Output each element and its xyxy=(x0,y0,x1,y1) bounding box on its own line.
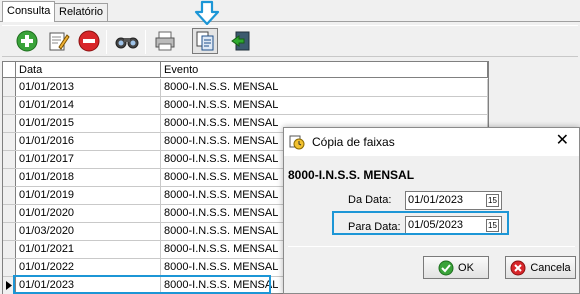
copy-bands-dialog: Cópia de faixas ✕ 8000-I.N.S.S. MENSAL D… xyxy=(283,127,580,294)
exit-icon xyxy=(231,31,250,51)
row-indicator xyxy=(3,223,16,240)
row-indicator xyxy=(3,115,16,132)
close-icon[interactable]: ✕ xyxy=(556,133,569,149)
dialog-titlebar: Cópia de faixas ✕ xyxy=(284,128,579,156)
dialog-separator xyxy=(288,246,575,247)
row-indicator xyxy=(3,241,16,258)
calendar-icon[interactable]: 15 xyxy=(486,219,499,232)
cancel-button[interactable]: Cancela xyxy=(505,256,576,279)
para-data-value: 01/05/2023 xyxy=(408,219,464,231)
toolbar-separator xyxy=(106,30,107,54)
check-icon xyxy=(438,260,454,275)
para-data-label: Para Data: xyxy=(348,221,401,233)
dialog-app-icon xyxy=(289,135,305,150)
edit-icon xyxy=(49,32,70,51)
print-icon xyxy=(155,31,175,51)
dialog-body: 8000-I.N.S.S. MENSAL Da Data: 01/01/2023… xyxy=(285,158,578,246)
cancel-label: Cancela xyxy=(530,261,571,274)
cell-data[interactable]: 01/01/2023 xyxy=(16,277,161,294)
row-indicator xyxy=(3,205,16,222)
delete-icon xyxy=(78,30,100,52)
tab-bar: Consulta Relatório xyxy=(0,0,580,22)
row-indicator xyxy=(3,79,16,96)
cell-data[interactable]: 01/01/2017 xyxy=(16,151,161,168)
ok-label: OK xyxy=(458,261,474,274)
toolbar xyxy=(2,25,578,57)
indicator-header xyxy=(3,62,16,78)
cell-data[interactable]: 01/01/2021 xyxy=(16,241,161,258)
tab-consulta[interactable]: Consulta xyxy=(2,1,56,22)
print-button[interactable] xyxy=(152,28,178,54)
row-indicator xyxy=(3,259,16,276)
dialog-heading: 8000-I.N.S.S. MENSAL xyxy=(288,168,415,182)
cell-data[interactable]: 01/01/2014 xyxy=(16,97,161,114)
cell-data[interactable]: 01/01/2013 xyxy=(16,79,161,96)
grid-header: Data Evento xyxy=(3,62,488,78)
calendar-icon[interactable]: 15 xyxy=(486,194,499,207)
cell-evento[interactable]: 8000-I.N.S.S. MENSAL xyxy=(161,97,488,114)
delete-button[interactable] xyxy=(76,28,102,54)
row-indicator xyxy=(3,133,16,150)
search-button[interactable] xyxy=(114,28,140,54)
cell-data[interactable]: 01/03/2020 xyxy=(16,223,161,240)
add-button[interactable] xyxy=(14,28,40,54)
da-data-value: 01/01/2023 xyxy=(408,194,464,206)
search-binoculars-icon xyxy=(115,37,139,49)
copy-button[interactable] xyxy=(192,28,218,54)
cell-evento[interactable]: 8000-I.N.S.S. MENSAL xyxy=(161,79,488,96)
row-indicator xyxy=(3,151,16,168)
row-indicator xyxy=(3,169,16,186)
ok-button[interactable]: OK xyxy=(423,256,489,279)
tab-relatorio[interactable]: Relatório xyxy=(54,3,109,22)
edit-button[interactable] xyxy=(46,28,72,54)
tab-divider xyxy=(0,21,580,22)
dialog-title: Cópia de faixas xyxy=(312,135,395,149)
cell-data[interactable]: 01/01/2018 xyxy=(16,169,161,186)
row-indicator xyxy=(3,97,16,114)
da-data-label: Da Data: xyxy=(348,194,392,206)
cancel-icon xyxy=(510,260,526,275)
table-row[interactable]: 01/01/2014 8000-I.N.S.S. MENSAL xyxy=(3,97,488,115)
da-data-field[interactable]: 01/01/2023 15 xyxy=(405,191,502,210)
add-icon xyxy=(16,30,38,52)
cell-data[interactable]: 01/01/2022 xyxy=(16,259,161,276)
toolbar-separator xyxy=(145,30,146,54)
column-header-data[interactable]: Data xyxy=(16,62,161,78)
cell-data[interactable]: 01/01/2016 xyxy=(16,133,161,150)
table-row[interactable]: 01/01/2013 8000-I.N.S.S. MENSAL xyxy=(3,79,488,97)
exit-button[interactable] xyxy=(228,28,254,54)
cell-data[interactable]: 01/01/2020 xyxy=(16,205,161,222)
para-data-field[interactable]: 01/05/2023 15 xyxy=(405,216,502,235)
column-header-evento[interactable]: Evento xyxy=(161,62,488,78)
row-indicator xyxy=(3,277,16,294)
cell-data[interactable]: 01/01/2019 xyxy=(16,187,161,204)
cell-data[interactable]: 01/01/2015 xyxy=(16,115,161,132)
row-indicator xyxy=(3,187,16,204)
copy-icon xyxy=(196,31,214,51)
down-arrow-annotation-icon xyxy=(194,0,220,26)
current-row-arrow-icon xyxy=(6,281,12,290)
